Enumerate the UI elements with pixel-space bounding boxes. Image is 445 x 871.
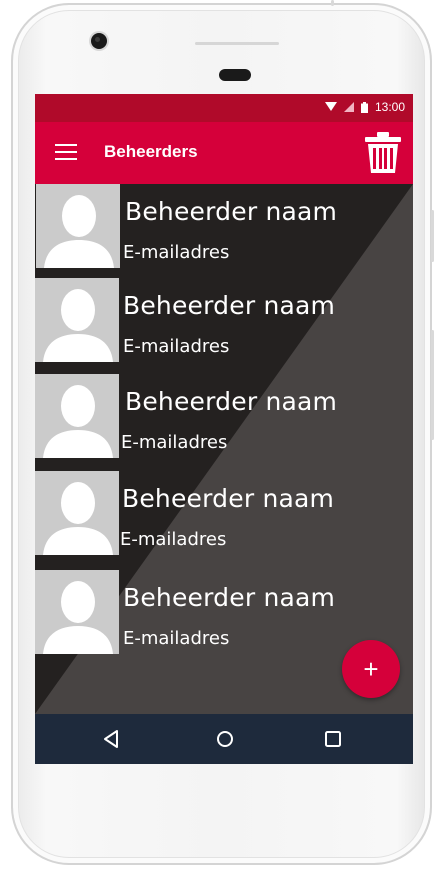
power-button <box>431 210 434 262</box>
admin-name: Beheerder naam <box>125 197 338 226</box>
trash-icon[interactable] <box>363 131 403 175</box>
admin-email: E-mailadres <box>121 432 228 453</box>
signal-icon <box>343 102 354 112</box>
back-icon[interactable] <box>100 727 124 751</box>
list-item[interactable]: Beheerder naam E-mailadres <box>35 278 413 362</box>
status-time: 13:00 <box>374 100 405 114</box>
sensor-line <box>195 42 279 45</box>
user-placeholder-icon <box>35 278 119 362</box>
admin-name: Beheerder naam <box>125 387 338 416</box>
status-bar: 13:00 <box>35 94 413 122</box>
menu-icon[interactable] <box>55 144 77 160</box>
front-camera <box>91 33 107 49</box>
user-placeholder-icon <box>35 471 119 555</box>
avatar <box>35 471 119 555</box>
user-placeholder-icon <box>35 570 119 654</box>
avatar <box>35 374 119 458</box>
recents-icon[interactable] <box>321 727 345 751</box>
screen: 13:00 Beheerders Beheerder naam E-mailad… <box>35 94 413 764</box>
app-bar: Beheerders <box>35 122 413 184</box>
avatar <box>36 184 120 268</box>
app-title: Beheerders <box>104 142 198 161</box>
admin-email: E-mailadres <box>123 336 230 357</box>
admin-email: E-mailadres <box>123 242 230 263</box>
admin-name: Beheerder naam <box>122 484 335 513</box>
admin-name: Beheerder naam <box>123 583 336 612</box>
battery-icon <box>360 101 368 113</box>
admin-email: E-mailadres <box>123 628 230 649</box>
avatar <box>35 570 119 654</box>
list-item[interactable]: Beheerder naam E-mailadres <box>35 471 413 555</box>
home-icon[interactable] <box>213 727 237 751</box>
avatar <box>35 278 119 362</box>
add-admin-button[interactable]: + <box>342 640 400 698</box>
wifi-icon <box>324 102 337 111</box>
admin-email: E-mailadres <box>120 529 227 550</box>
top-notch-mark <box>331 0 334 6</box>
user-placeholder-icon <box>36 184 120 268</box>
navigation-bar <box>35 714 413 764</box>
list-item[interactable]: Beheerder naam E-mailadres <box>35 570 413 654</box>
volume-button <box>431 330 434 440</box>
admin-name: Beheerder naam <box>123 291 336 320</box>
list-item[interactable]: Beheerder naam E-mailadres <box>35 374 413 458</box>
user-placeholder-icon <box>35 374 119 458</box>
list-item[interactable]: Beheerder naam E-mailadres <box>35 184 413 268</box>
earpiece-speaker <box>219 69 251 81</box>
